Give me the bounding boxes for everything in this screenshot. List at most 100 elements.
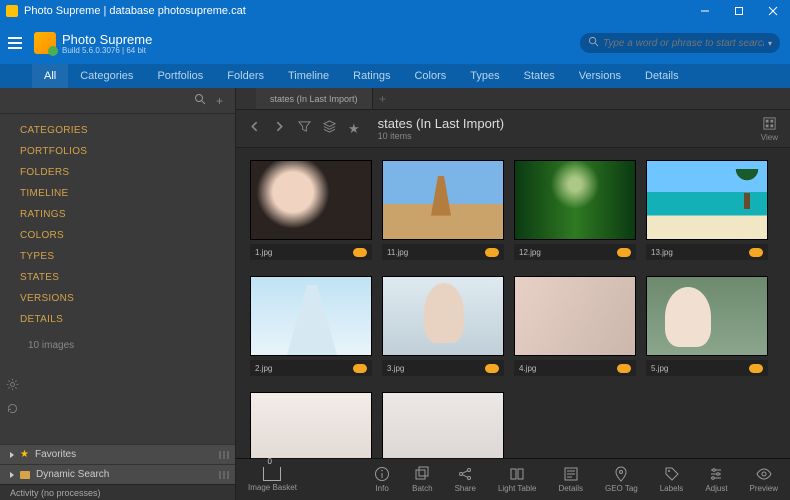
geo-tag-button[interactable]: GEO Tag [605, 466, 638, 493]
app-icon [6, 5, 18, 17]
thumbnail-item[interactable]: 3.jpg [382, 276, 504, 376]
nav-item-portfolios[interactable]: Portfolios [145, 64, 215, 88]
app-logo: Photo Supreme Build 5.6.0.3076 | 64 bit [34, 32, 152, 55]
thumbnail-item[interactable]: 7.jpg [382, 392, 504, 458]
sidebar-item-ratings[interactable]: RATINGS [0, 204, 235, 225]
breadcrumb-title: states (In Last Import) [378, 116, 504, 131]
thumbnail-image [250, 276, 372, 356]
stack-icon[interactable] [323, 120, 336, 138]
thumbnail-item[interactable]: 6.jpg [250, 392, 372, 458]
sidebar-item-colors[interactable]: COLORS [0, 225, 235, 246]
share-button[interactable]: Share [455, 466, 476, 493]
thumbnail-name: 1.jpg [255, 248, 272, 257]
back-button[interactable] [248, 120, 261, 138]
bottombar: Image Basket Info Batch Share Light Tabl… [236, 458, 790, 500]
thumbnail-image [250, 392, 372, 458]
light-table-button[interactable]: Light Table [498, 466, 537, 493]
nav-item-categories[interactable]: Categories [68, 64, 145, 88]
refresh-icon[interactable] [6, 402, 19, 420]
sidebar: + CATEGORIES PORTFOLIOS FOLDERS TIMELINE… [0, 88, 236, 500]
view-label: View [761, 133, 778, 142]
favorites-panel[interactable]: ★Favorites [0, 444, 235, 464]
thumbnail-name: 13.jpg [651, 248, 673, 257]
folder-icon [20, 471, 30, 479]
navbar: All Categories Portfolios Folders Timeli… [0, 64, 790, 88]
minimize-button[interactable] [688, 0, 722, 22]
details-button[interactable]: Details [559, 466, 583, 493]
tabstrip: states (In Last Import) + [236, 88, 790, 110]
filter-icon[interactable] [298, 120, 311, 138]
preview-button[interactable]: Preview [750, 466, 778, 493]
sidebar-item-categories[interactable]: CATEGORIES [0, 120, 235, 141]
breadcrumb-subtitle: 10 items [378, 131, 504, 141]
thumbnail-grid: 1.jpg 11.jpg 12.jpg 13.jpg 2.jpg 3.jpg 4… [236, 148, 790, 458]
window-title: Photo Supreme | database photosupreme.ca… [24, 5, 246, 17]
app-name: Photo Supreme [62, 32, 152, 47]
sidebar-item-versions[interactable]: VERSIONS [0, 288, 235, 309]
nav-item-colors[interactable]: Colors [402, 64, 458, 88]
thumbnail-name: 11.jpg [387, 248, 408, 257]
sidebar-search-icon[interactable] [194, 92, 206, 110]
nav-item-versions[interactable]: Versions [567, 64, 633, 88]
tab-add-button[interactable]: + [373, 92, 393, 106]
thumbnail-item[interactable]: 1.jpg [250, 160, 372, 260]
thumbnail-name: 12.jpg [519, 248, 541, 257]
thumbnail-item[interactable]: 4.jpg [514, 276, 636, 376]
sidebar-image-count: 10 images [0, 330, 235, 361]
content-area: states (In Last Import) + ★ states (In L… [236, 88, 790, 500]
thumbnail-image [514, 276, 636, 356]
sidebar-item-folders[interactable]: FOLDERS [0, 162, 235, 183]
sidebar-item-states[interactable]: STATES [0, 267, 235, 288]
titlebar: Photo Supreme | database photosupreme.ca… [0, 0, 790, 22]
nav-item-ratings[interactable]: Ratings [341, 64, 402, 88]
thumbnail-item[interactable]: 5.jpg [646, 276, 768, 376]
thumbnail-image [382, 392, 504, 458]
favorites-label: Favorites [35, 449, 76, 460]
thumbnail-name: 5.jpg [651, 364, 668, 373]
content-tab[interactable]: states (In Last Import) [256, 88, 373, 109]
toolbar: ★ states (In Last Import) 10 items View [236, 110, 790, 148]
thumbnail-image [382, 276, 504, 356]
nav-item-states[interactable]: States [512, 64, 567, 88]
labels-button[interactable]: Labels [660, 466, 684, 493]
info-button[interactable]: Info [374, 466, 390, 493]
sidebar-item-types[interactable]: TYPES [0, 246, 235, 267]
view-icon [762, 116, 777, 131]
star-filter-icon[interactable]: ★ [348, 121, 360, 137]
thumbnail-badge [749, 248, 763, 257]
nav-item-types[interactable]: Types [458, 64, 511, 88]
adjust-button[interactable]: Adjust [705, 466, 727, 493]
thumbnail-item[interactable]: 11.jpg [382, 160, 504, 260]
search-dropdown-icon[interactable]: ▾ [768, 39, 772, 48]
thumbnail-name: 4.jpg [519, 364, 536, 373]
maximize-button[interactable] [722, 0, 756, 22]
activity-bar[interactable]: Activity (no processes) [0, 484, 235, 500]
thumbnail-image [646, 276, 768, 356]
thumbnail-item[interactable]: 2.jpg [250, 276, 372, 376]
dynamic-search-panel[interactable]: Dynamic Search [0, 464, 235, 484]
sidebar-item-timeline[interactable]: TIMELINE [0, 183, 235, 204]
menu-button[interactable] [0, 37, 28, 49]
thumbnail-name: 3.jpg [387, 364, 404, 373]
search-input[interactable] [603, 38, 764, 49]
app-build: Build 5.6.0.3076 | 64 bit [62, 46, 152, 55]
view-button[interactable]: View [761, 116, 778, 142]
forward-button[interactable] [273, 120, 286, 138]
thumbnail-badge [353, 364, 367, 373]
batch-button[interactable]: Batch [412, 466, 432, 493]
thumbnail-item[interactable]: 12.jpg [514, 160, 636, 260]
thumbnail-badge [617, 248, 631, 257]
nav-item-timeline[interactable]: Timeline [276, 64, 341, 88]
sidebar-add-icon[interactable]: + [216, 94, 223, 108]
sidebar-item-details[interactable]: DETAILS [0, 309, 235, 330]
close-button[interactable] [756, 0, 790, 22]
nav-item-all[interactable]: All [32, 64, 68, 88]
image-basket-button[interactable]: Image Basket [248, 467, 297, 492]
search-box[interactable]: ▾ [580, 33, 780, 53]
nav-item-folders[interactable]: Folders [215, 64, 276, 88]
sidebar-item-portfolios[interactable]: PORTFOLIOS [0, 141, 235, 162]
thumbnail-item[interactable]: 13.jpg [646, 160, 768, 260]
settings-icon[interactable] [6, 378, 19, 396]
nav-item-details[interactable]: Details [633, 64, 691, 88]
thumbnail-badge [617, 364, 631, 373]
